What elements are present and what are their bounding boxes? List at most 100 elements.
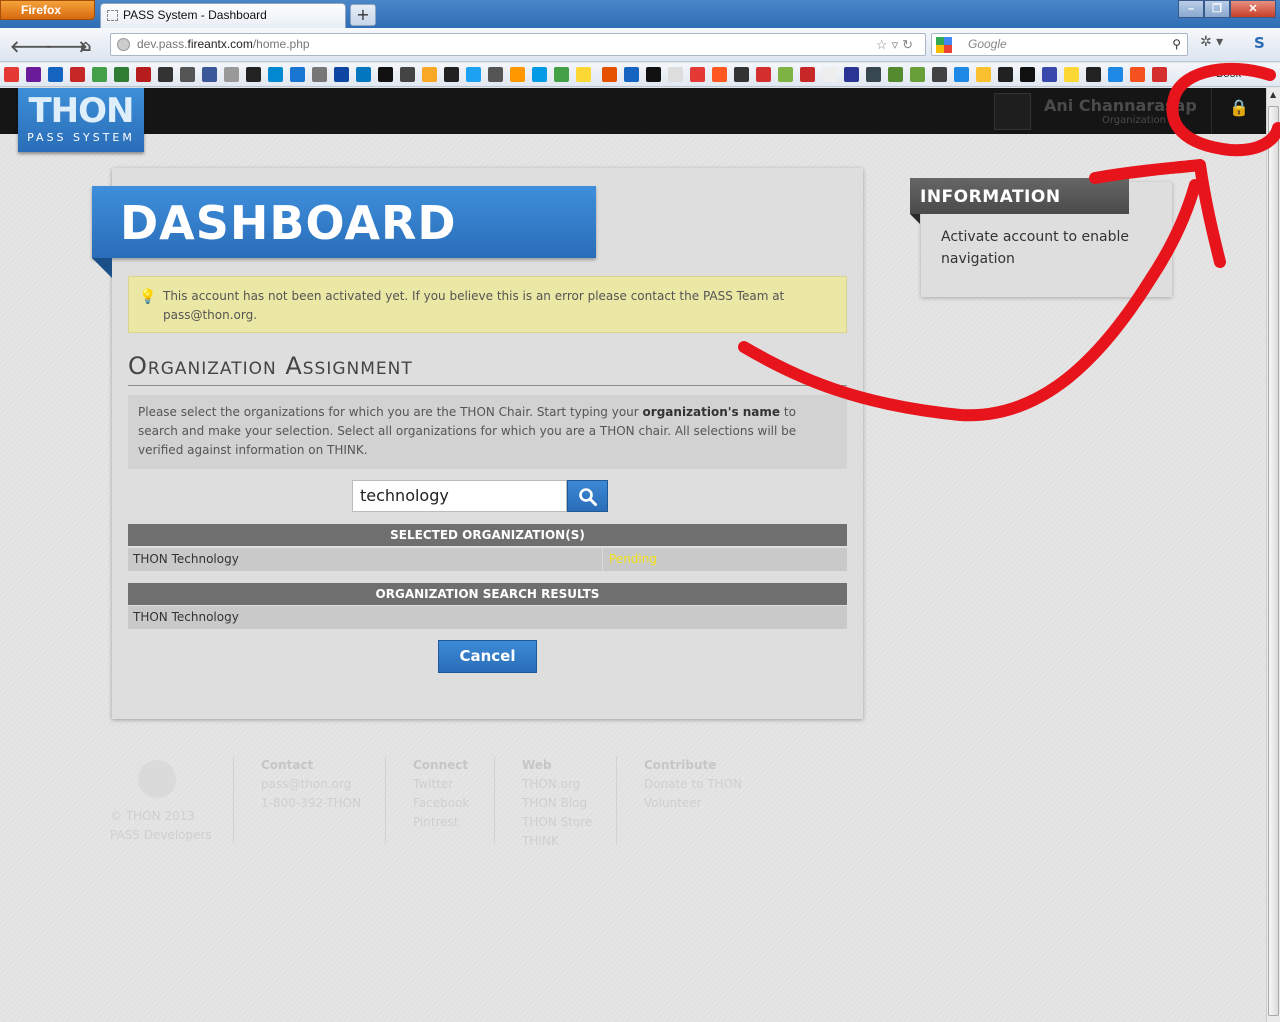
bookmark-icon[interactable] bbox=[954, 67, 969, 82]
bookmark-icon[interactable] bbox=[202, 67, 217, 82]
scroll-up-arrow-icon[interactable]: ▲ bbox=[1270, 90, 1276, 99]
bookmark-icon[interactable] bbox=[888, 67, 903, 82]
firefox-menu-button[interactable]: Firefox bbox=[0, 0, 95, 20]
bookmark-icon[interactable] bbox=[712, 67, 727, 82]
search-magnifier-icon[interactable]: ⚲ bbox=[1172, 34, 1181, 55]
bookmark-icon[interactable] bbox=[1086, 67, 1101, 82]
bookmark-icon[interactable] bbox=[800, 67, 815, 82]
skype-addon-icon[interactable]: S bbox=[1254, 34, 1265, 52]
page-scrollbar[interactable]: ▲ bbox=[1266, 88, 1280, 1022]
table-row[interactable]: THON Technology Pending bbox=[128, 548, 847, 571]
addon-icon[interactable]: ✲ ▾ bbox=[1200, 34, 1223, 50]
user-name[interactable]: Ani Channarasap bbox=[1044, 96, 1197, 115]
bookmark-icon[interactable] bbox=[356, 67, 371, 82]
bookmark-icon[interactable] bbox=[554, 67, 569, 82]
bookmark-icon[interactable] bbox=[1108, 67, 1123, 82]
home-icon[interactable]: ⌂ bbox=[80, 36, 91, 55]
footer-link[interactable]: THON Blog bbox=[522, 794, 592, 813]
lightbulb-icon: 💡 bbox=[139, 289, 157, 305]
bookmark-icon[interactable] bbox=[1042, 67, 1057, 82]
bookmark-icon[interactable] bbox=[668, 67, 683, 82]
bookmark-icon[interactable] bbox=[466, 67, 481, 82]
bookmark-icon[interactable] bbox=[734, 67, 749, 82]
bookmarks-menu-label[interactable]: Book bbox=[1216, 68, 1241, 80]
footer-link[interactable]: 1-800-392-THON bbox=[261, 794, 361, 813]
bookmark-icon[interactable] bbox=[224, 67, 239, 82]
footer-link[interactable]: Donate to THON bbox=[644, 775, 742, 794]
footer-link[interactable]: Volunteer bbox=[644, 794, 742, 813]
bookmark-icon[interactable] bbox=[910, 67, 925, 82]
footer-link[interactable]: THON Store bbox=[522, 813, 592, 832]
bookmark-icon[interactable] bbox=[866, 67, 881, 82]
bookmark-icon[interactable] bbox=[92, 67, 107, 82]
footer-link[interactable]: THON.org bbox=[522, 775, 592, 794]
instructions-text: Please select the organizations for whic… bbox=[138, 405, 643, 419]
bookmark-icon[interactable] bbox=[290, 67, 305, 82]
bookmark-icon[interactable] bbox=[180, 67, 195, 82]
information-text: Activate account to enable navigation bbox=[941, 229, 1130, 267]
cancel-button[interactable]: Cancel bbox=[438, 640, 537, 673]
bookmark-star-icon[interactable]: ☆▿↻ bbox=[876, 34, 917, 55]
browser-tab[interactable]: PASS System - Dashboard bbox=[100, 3, 346, 28]
bookmark-icon[interactable] bbox=[422, 67, 437, 82]
bookmark-icon[interactable] bbox=[532, 67, 547, 82]
address-bar[interactable]: dev.pass.fireantx.com/home.php ☆▿↻ bbox=[110, 33, 926, 56]
footer-heading: Connect bbox=[413, 758, 469, 772]
logo-subtitle: PASS SYSTEM bbox=[27, 131, 135, 144]
bookmark-icon[interactable] bbox=[114, 67, 129, 82]
new-tab-button[interactable]: + bbox=[350, 4, 376, 26]
bookmark-icon[interactable] bbox=[932, 67, 947, 82]
bookmark-icon[interactable] bbox=[268, 67, 283, 82]
bookmark-icon[interactable] bbox=[976, 67, 991, 82]
bookmark-icon[interactable] bbox=[488, 67, 503, 82]
bookmark-icon[interactable] bbox=[136, 67, 151, 82]
avatar[interactable] bbox=[994, 93, 1031, 130]
bookmark-icon[interactable] bbox=[400, 67, 415, 82]
bookmark-icon[interactable] bbox=[48, 67, 63, 82]
bookmark-icon[interactable] bbox=[778, 67, 793, 82]
bookmark-icon[interactable] bbox=[646, 67, 661, 82]
thon-pass-logo[interactable]: THON PASS SYSTEM bbox=[18, 88, 144, 152]
organization-search-input[interactable]: technology bbox=[352, 480, 567, 512]
bookmark-icon[interactable] bbox=[510, 67, 525, 82]
minimize-button[interactable]: – bbox=[1178, 0, 1204, 18]
bookmark-icon[interactable] bbox=[26, 67, 41, 82]
maximize-button[interactable]: ❐ bbox=[1204, 0, 1230, 18]
logout-lock-button[interactable]: 🔒 bbox=[1211, 88, 1266, 134]
bookmark-icon[interactable] bbox=[1152, 67, 1167, 82]
footer-link[interactable]: pass@thon.org bbox=[261, 775, 361, 794]
bookmark-icon[interactable] bbox=[602, 67, 617, 82]
footer-link[interactable]: Facebook bbox=[413, 794, 469, 813]
bookmark-icon[interactable] bbox=[312, 67, 327, 82]
bookmark-icon[interactable] bbox=[246, 67, 261, 82]
bookmark-icon[interactable] bbox=[444, 67, 459, 82]
site-identity-icon[interactable] bbox=[117, 38, 130, 51]
footer-link[interactable]: Twitter bbox=[413, 775, 469, 794]
bookmark-icon[interactable] bbox=[624, 67, 639, 82]
bookmark-icon[interactable] bbox=[378, 67, 393, 82]
bookmark-icon[interactable] bbox=[4, 67, 19, 82]
bookmark-icon[interactable] bbox=[690, 67, 705, 82]
search-engine-bar[interactable]: Google ⚲ bbox=[931, 33, 1188, 56]
bookmark-icon[interactable] bbox=[1064, 67, 1079, 82]
footer-link[interactable]: THINK bbox=[522, 832, 592, 851]
developers-link[interactable]: PASS Developers bbox=[110, 826, 212, 845]
google-logo-icon[interactable] bbox=[936, 37, 952, 53]
close-window-button[interactable]: ✕ bbox=[1230, 0, 1276, 18]
footer-link[interactable]: Pintrest bbox=[413, 813, 469, 832]
bookmark-icon[interactable] bbox=[822, 67, 837, 82]
bookmark-icon[interactable] bbox=[756, 67, 771, 82]
bookmark-icon[interactable] bbox=[70, 67, 85, 82]
bookmark-icon[interactable] bbox=[158, 67, 173, 82]
activation-alert: 💡 This account has not been activated ye… bbox=[128, 276, 847, 333]
bookmark-icon[interactable] bbox=[576, 67, 591, 82]
bookmark-icon[interactable] bbox=[998, 67, 1013, 82]
bookmark-icon[interactable] bbox=[844, 67, 859, 82]
bookmark-icon[interactable] bbox=[1130, 67, 1145, 82]
url-path: /home.php bbox=[252, 37, 310, 51]
scrollbar-thumb[interactable] bbox=[1268, 106, 1279, 1016]
bookmark-icon[interactable] bbox=[1020, 67, 1035, 82]
search-button[interactable] bbox=[567, 480, 608, 512]
table-row[interactable]: THON Technology bbox=[128, 606, 847, 629]
bookmark-icon[interactable] bbox=[334, 67, 349, 82]
